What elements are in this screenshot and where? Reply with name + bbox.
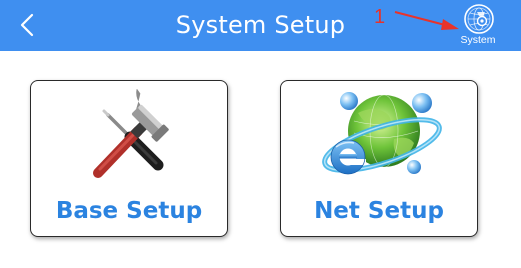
globe-gear-icon xyxy=(464,4,494,34)
base-setup-label: Base Setup xyxy=(55,198,203,224)
base-setup-card[interactable]: Base Setup xyxy=(30,80,228,237)
net-setup-label: Net Setup xyxy=(314,198,444,224)
tools-icon xyxy=(93,89,169,178)
annotation-number: 1 xyxy=(374,6,386,28)
system-button-label: System xyxy=(460,34,496,46)
header-bar: System Setup 1 System xyxy=(0,0,521,51)
net-setup-card[interactable]: Net Setup xyxy=(280,80,478,237)
system-button[interactable]: System xyxy=(452,1,504,50)
internet-globe-icon xyxy=(322,92,442,175)
